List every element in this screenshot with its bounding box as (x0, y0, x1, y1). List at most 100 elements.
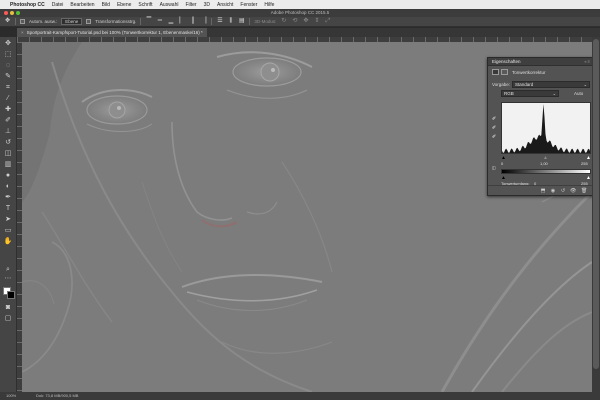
gray-point-eyedropper-icon[interactable]: ✐ (492, 125, 498, 131)
menu-filter[interactable]: Filter (185, 2, 196, 8)
menu-bild[interactable]: Bild (102, 2, 110, 8)
menu-ebene[interactable]: Ebene (117, 2, 131, 8)
options-bar: ✥ Autom. ausw.: Ebene Transformationsstr… (0, 17, 600, 27)
clip-to-layer-icon[interactable]: ⬒ (540, 188, 546, 194)
move-tool-icon[interactable]: ✥ (3, 39, 13, 49)
channel-dropdown[interactable]: RGB ⌄ (501, 90, 559, 97)
screen-mode-icon[interactable]: ▢ (3, 314, 13, 324)
layer-mask-icon[interactable] (501, 69, 508, 75)
pen-tool-icon[interactable]: ✒ (3, 193, 13, 203)
move-tool-icon[interactable]: ✥ (4, 18, 11, 25)
input-black-value[interactable]: 0 (501, 161, 503, 166)
status-bar: 100% Dok: 73,8 MB/900,5 MB (0, 392, 600, 400)
align-top-icon[interactable]: ▔ (145, 18, 152, 25)
lasso-tool-icon[interactable]: ◌ (3, 61, 13, 71)
adjustment-name: Tonwertkorrektur (512, 70, 546, 75)
divider (15, 18, 16, 25)
chevron-down-icon: ⌄ (552, 91, 556, 96)
divider (140, 18, 142, 25)
trash-icon[interactable]: 🗑 (581, 188, 587, 194)
marquee-tool-icon[interactable]: ⬚ (3, 50, 13, 60)
quick-mask-icon[interactable]: ◙ (3, 303, 13, 313)
black-point-eyedropper-icon[interactable]: ✐ (492, 116, 498, 122)
chevron-down-icon: ⌄ (583, 82, 587, 87)
auto-align-icon[interactable]: ▤ (238, 18, 245, 25)
view-previous-icon[interactable]: ◉ (550, 188, 556, 194)
distribute-icon[interactable]: ☰ (216, 18, 223, 25)
gradient-tool-icon[interactable]: ▥ (3, 160, 13, 170)
menu-hilfe[interactable]: Hilfe (264, 2, 274, 8)
clone-stamp-tool-icon[interactable]: ⊥ (3, 127, 13, 137)
white-point-eyedropper-icon[interactable]: ✐ (492, 134, 498, 140)
divider (211, 18, 213, 25)
histogram (501, 102, 591, 154)
window-title: Adobe Photoshop CC 2015.5 (270, 10, 330, 15)
distribute-h-icon[interactable]: ⫼ (227, 18, 234, 25)
type-tool-icon[interactable]: T (3, 204, 13, 214)
window-title-bar: Adobe Photoshop CC 2015.5 (0, 9, 600, 17)
3d-pan-icon[interactable]: ✥ (302, 18, 309, 25)
menu-datei[interactable]: Datei (52, 2, 64, 8)
align-bottom-icon[interactable]: ▁ (167, 18, 174, 25)
menu-app-name[interactable]: Photoshop CC (10, 2, 45, 8)
menu-auswahl[interactable]: Auswahl (160, 2, 179, 8)
document-tab-bar: × Sportportrait-Kampfsport-Tutorial.psd b… (17, 28, 600, 37)
output-gradient (501, 169, 591, 174)
3d-roll-icon[interactable]: ⟲ (291, 18, 298, 25)
reset-icon[interactable]: ↺ (560, 188, 566, 194)
healing-brush-tool-icon[interactable]: ✚ (3, 105, 13, 115)
channel-dropdown-value: RGB (504, 91, 514, 96)
input-white-value[interactable]: 255 (581, 161, 588, 166)
histogram-graph (502, 104, 590, 153)
3d-rotate-icon[interactable]: ↻ (280, 18, 287, 25)
eyedropper-tool-icon[interactable]: ⁄ (3, 94, 13, 104)
zoom-level[interactable]: 100% (6, 392, 16, 400)
close-tab-icon[interactable]: × (21, 30, 24, 35)
align-center-icon[interactable]: ║ (189, 18, 196, 25)
hand-tool-icon[interactable]: ✋ (3, 237, 13, 247)
menu-3d[interactable]: 3D (204, 2, 210, 8)
blur-tool-icon[interactable]: ● (3, 171, 13, 181)
panel-menu-icon[interactable]: « ≡ (584, 59, 590, 64)
align-right-icon[interactable]: ▕ (200, 18, 207, 25)
auto-select-checkbox[interactable] (20, 19, 25, 24)
transform-controls-label: Transformationsstrg. (95, 19, 137, 24)
dodge-tool-icon[interactable]: ◐ (3, 182, 13, 192)
transform-controls-checkbox[interactable] (86, 19, 92, 24)
brush-tool-icon[interactable]: ✐ (3, 116, 13, 126)
align-left-icon[interactable]: ▏ (178, 18, 185, 25)
auto-button[interactable]: Auto (574, 91, 583, 96)
align-middle-icon[interactable]: ═ (156, 18, 163, 25)
3d-scale-icon[interactable]: ⤢ (324, 18, 331, 25)
document-tab[interactable]: × Sportportrait-Kampfsport-Tutorial.psd b… (17, 28, 207, 37)
auto-select-label: Autom. ausw.: (29, 19, 58, 24)
eraser-tool-icon[interactable]: ◫ (3, 149, 13, 159)
menu-fenster[interactable]: Fenster (240, 2, 257, 8)
preset-dropdown[interactable]: Standard ⌄ (512, 81, 590, 88)
more-tools-icon[interactable]: ⋯ (3, 274, 13, 284)
quick-select-tool-icon[interactable]: ✎ (3, 72, 13, 82)
divider (249, 18, 251, 25)
visibility-eye-icon[interactable]: 👁 (570, 188, 576, 194)
3d-mode-label: 3D-Modus: (254, 19, 277, 24)
background-color-swatch[interactable] (7, 291, 15, 299)
input-gamma-value[interactable]: 1,00 (540, 161, 548, 166)
shape-tool-icon[interactable]: ▭ (3, 226, 13, 236)
auto-select-dropdown[interactable]: Ebene (61, 18, 83, 25)
properties-panel: Eigenschaften « ≡ Tonwertkorrektur Vorga… (487, 57, 594, 196)
scrollbar-thumb[interactable] (593, 39, 599, 369)
histogram-shape (502, 104, 590, 153)
menu-schrift[interactable]: Schrift (138, 2, 152, 8)
history-brush-tool-icon[interactable]: ↺ (3, 138, 13, 148)
menu-bar: Photoshop CC Datei Bearbeiten Bild Ebene… (0, 0, 600, 9)
document-info[interactable]: Dok: 73,8 MB/900,5 MB (36, 392, 78, 400)
menu-bearbeiten[interactable]: Bearbeiten (70, 2, 94, 8)
menu-ansicht[interactable]: Ansicht (217, 2, 233, 8)
toolbox: ✥ ⬚ ◌ ✎ ⌗ ⁄ ✚ ✐ ⊥ ↺ ◫ ▥ ● ◐ ✒ T ➤ ▭ ✋ ⌕ … (0, 37, 17, 392)
3d-slide-icon[interactable]: ⇕ (313, 18, 320, 25)
clip-icon[interactable]: ◫ (492, 165, 498, 171)
crop-tool-icon[interactable]: ⌗ (3, 83, 13, 93)
vertical-scrollbar[interactable] (592, 37, 600, 392)
path-select-tool-icon[interactable]: ➤ (3, 215, 13, 225)
properties-panel-header[interactable]: Eigenschaften « ≡ (488, 58, 593, 66)
